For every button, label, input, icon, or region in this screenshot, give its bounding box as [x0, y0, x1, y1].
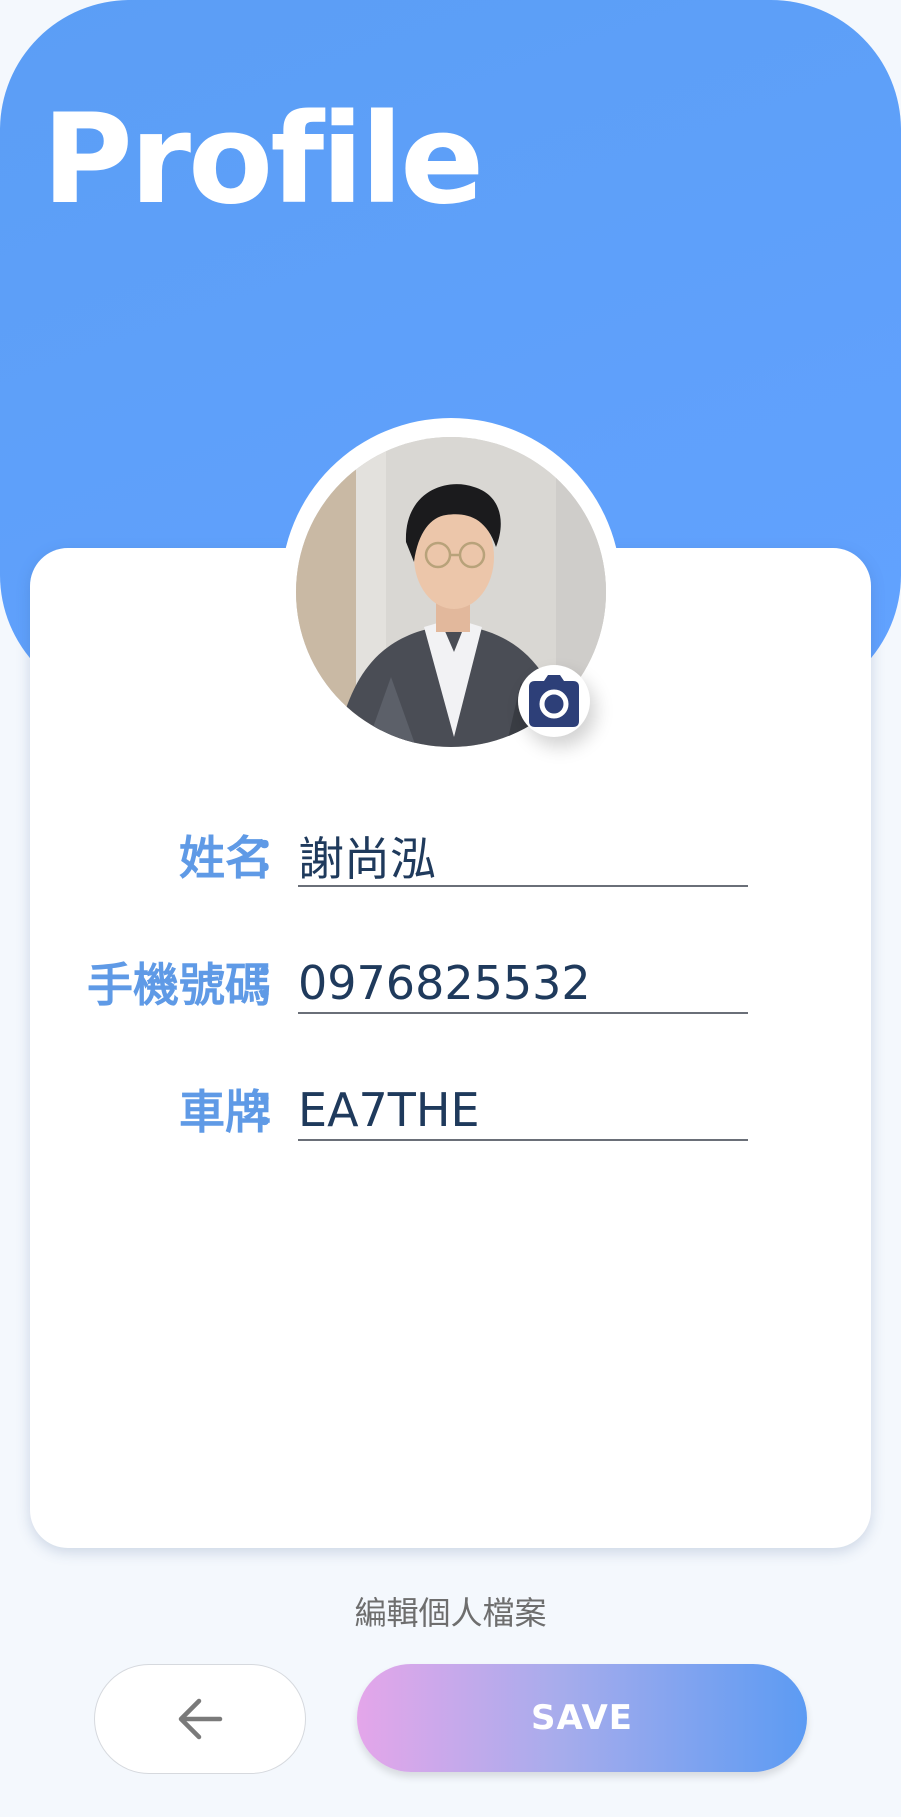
name-input[interactable]: [298, 831, 748, 887]
arrow-left-icon: [178, 1698, 223, 1740]
back-button[interactable]: [94, 1664, 306, 1774]
save-button[interactable]: SAVE: [357, 1664, 807, 1772]
page-title: Profile: [42, 88, 484, 232]
camera-icon: [529, 675, 579, 727]
phone-input[interactable]: [298, 958, 748, 1014]
edit-profile-caption: 編輯個人檔案: [354, 1594, 547, 1632]
phone-label: 手機號碼: [87, 958, 271, 1012]
name-colon: ：: [253, 827, 299, 881]
name-field-row: 姓名 ：: [30, 823, 871, 893]
phone-field-row: 手機號碼 ：: [30, 950, 871, 1020]
plate-field-row: 車牌 ：: [30, 1077, 871, 1147]
phone-colon: ：: [253, 954, 299, 1008]
plate-input[interactable]: [298, 1085, 748, 1141]
plate-colon: ：: [253, 1081, 299, 1135]
change-photo-button[interactable]: [518, 665, 590, 737]
